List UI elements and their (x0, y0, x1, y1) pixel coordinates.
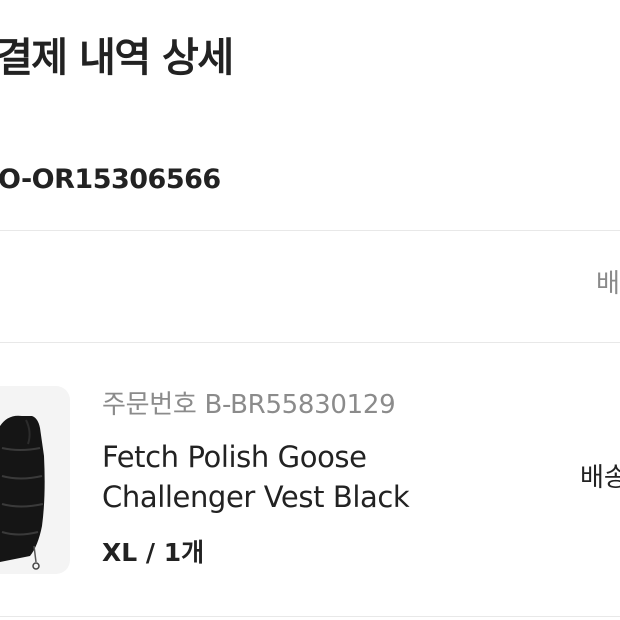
page-title: 결제 내역 상세 (0, 35, 234, 81)
product-order-number: 주문번호 B-BR55830129 (102, 390, 396, 420)
order-id: O-OR15306566 (0, 164, 221, 195)
product-name[interactable]: Fetch Polish Goose Challenger Vest Black (102, 437, 522, 517)
product-name-line: Fetch Polish Goose (102, 440, 367, 474)
product-option: XL / 1개 (102, 538, 205, 567)
delivery-status-label[interactable]: 배송 (580, 461, 620, 495)
vest-icon (0, 415, 45, 570)
divider (0, 230, 620, 231)
product-list-item[interactable]: 주문번호 B-BR55830129 Fetch Polish Goose Cha… (0, 343, 620, 616)
divider (0, 616, 620, 617)
shipping-status-label[interactable]: 배 (596, 267, 620, 301)
product-thumbnail[interactable] (0, 386, 70, 574)
product-name-line: Challenger Vest Black (102, 480, 410, 514)
